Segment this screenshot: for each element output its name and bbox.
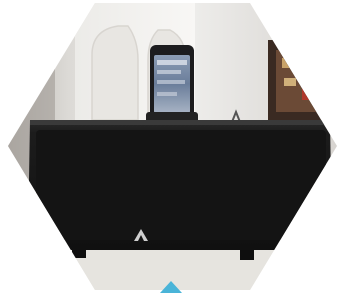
speaker — [28, 120, 332, 260]
hexagon-photo — [8, 3, 337, 293]
speaker-foot — [240, 250, 254, 260]
speaker-grille — [36, 130, 326, 240]
phone — [150, 45, 194, 123]
wall-picture — [268, 40, 328, 120]
hexagon-photo-card — [0, 0, 343, 293]
